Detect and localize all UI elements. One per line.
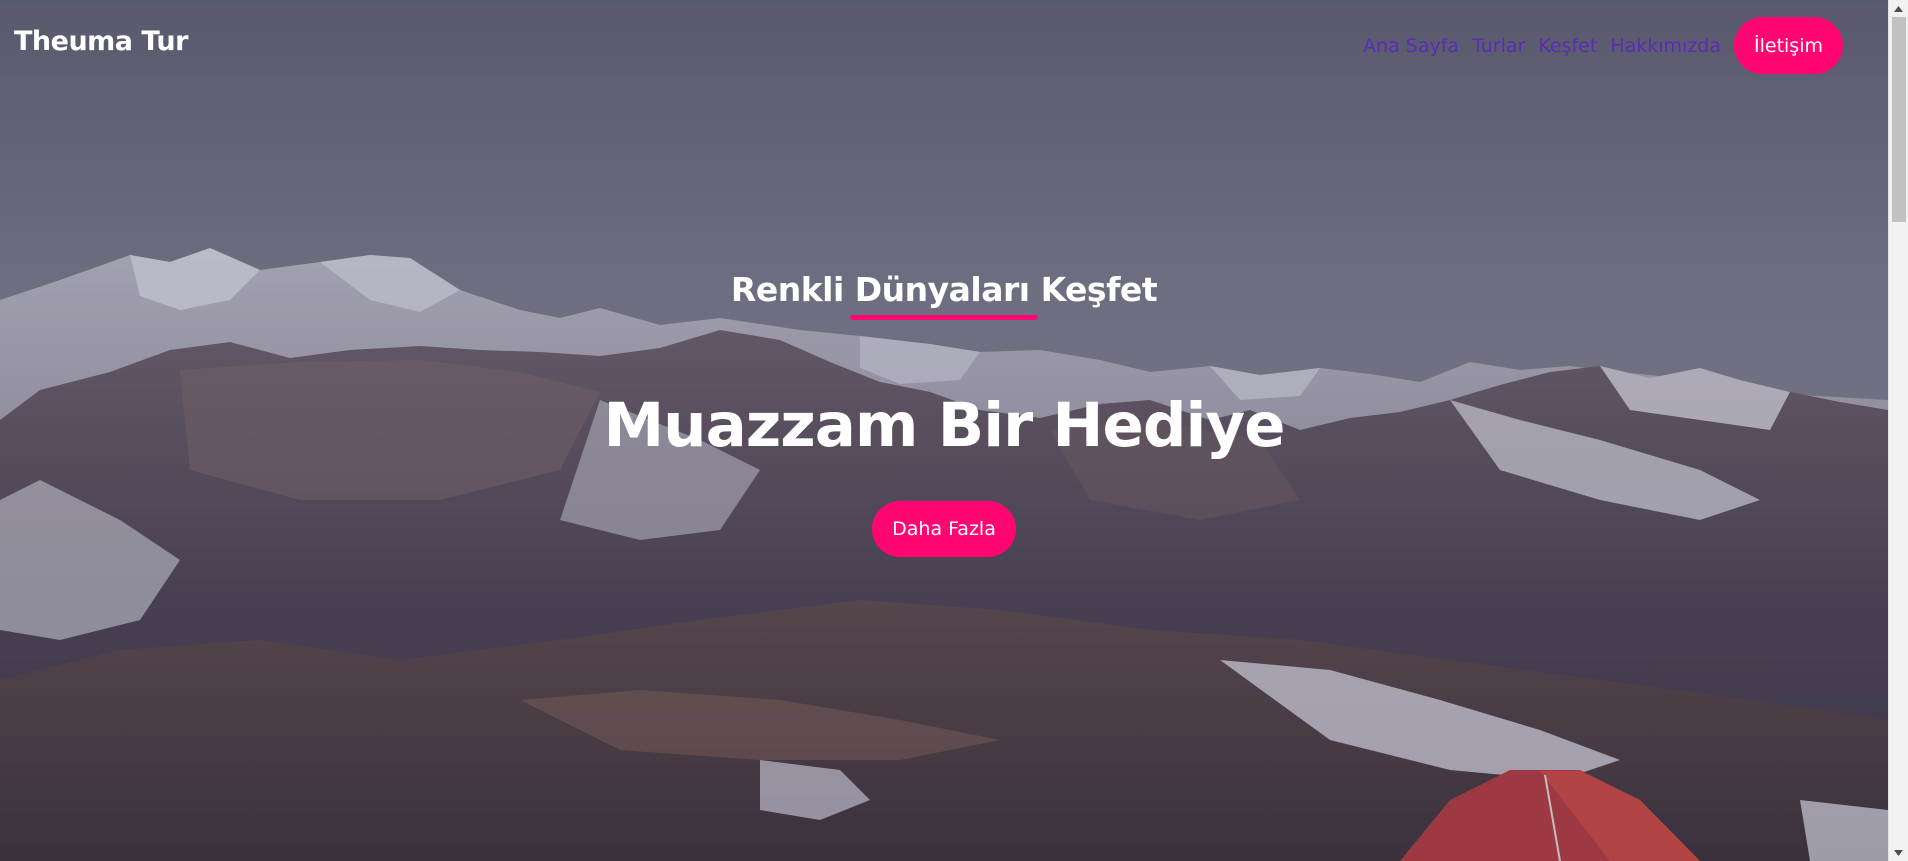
contact-button[interactable]: İletişim: [1734, 17, 1843, 74]
brand-logo[interactable]: Theuma Tur: [14, 26, 188, 57]
scroll-up-arrow[interactable]: [1889, 0, 1908, 17]
nav-link-kesfet[interactable]: Keşfet: [1538, 35, 1597, 57]
triangle-down-icon: [1894, 849, 1903, 856]
scrollbar-thumb[interactable]: [1892, 17, 1906, 222]
hero-subtitle-block: Renkli Dünyaları Keşfet: [730, 270, 1158, 320]
scroll-down-arrow[interactable]: [1889, 844, 1908, 861]
more-button[interactable]: Daha Fazla: [872, 501, 1016, 557]
hero-cta-wrap: Daha Fazla: [0, 501, 1888, 557]
nav-link-hakkimizda[interactable]: Hakkımızda: [1610, 35, 1721, 57]
navbar: Theuma Tur Ana Sayfa Turlar Keşfet Hakkı…: [0, 0, 1888, 92]
hero-content: Renkli Dünyaları Keşfet Muazzam Bir Hedi…: [0, 270, 1888, 557]
hero-subtitle: Renkli Dünyaları Keşfet: [730, 270, 1158, 309]
hero-title: Muazzam Bir Hediye: [603, 390, 1285, 461]
subtitle-underline: [850, 315, 1038, 320]
nav-links: Ana Sayfa Turlar Keşfet Hakkımızda İleti…: [1350, 17, 1843, 74]
nav-link-turlar[interactable]: Turlar: [1472, 35, 1525, 57]
nav-link-ana-sayfa[interactable]: Ana Sayfa: [1363, 35, 1459, 57]
hero-section: Theuma Tur Ana Sayfa Turlar Keşfet Hakkı…: [0, 0, 1888, 861]
vertical-scrollbar[interactable]: [1888, 0, 1908, 861]
triangle-up-icon: [1894, 5, 1903, 12]
page: Theuma Tur Ana Sayfa Turlar Keşfet Hakkı…: [0, 0, 1908, 861]
